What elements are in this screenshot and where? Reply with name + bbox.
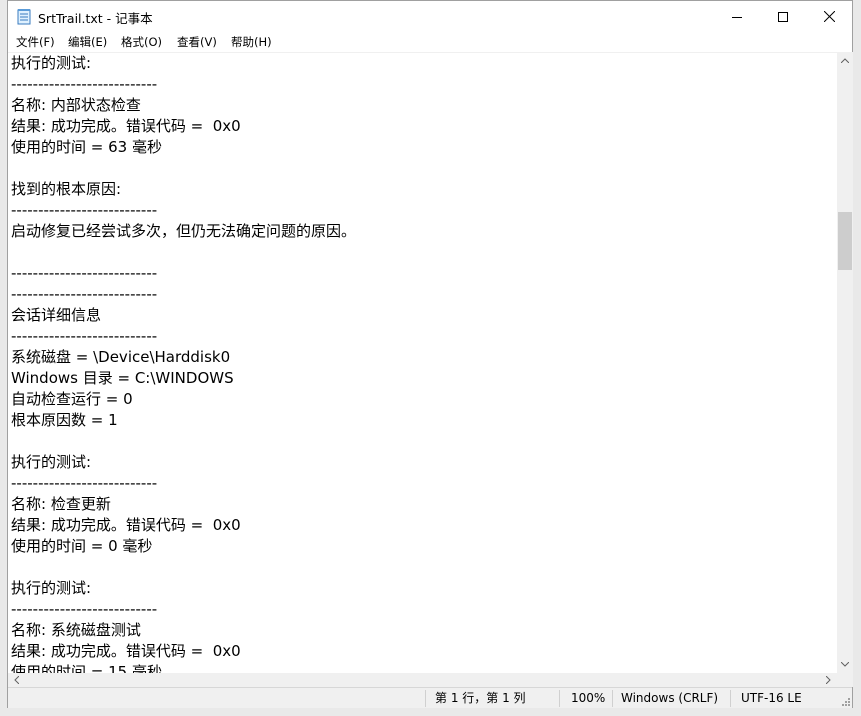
close-icon xyxy=(823,11,835,22)
vertical-scrollbar[interactable] xyxy=(837,52,853,673)
editor-line: 启动修复已经尝试多次，但仍无法确定问题的原因。 xyxy=(11,222,357,240)
editor-line: 结果: 成功完成。错误代码 = 0x0 xyxy=(11,642,241,660)
vertical-scroll-thumb[interactable] xyxy=(838,212,852,270)
resize-grip-icon[interactable] xyxy=(840,696,850,706)
horizontal-scrollbar[interactable] xyxy=(8,673,837,687)
editor-line: --------------------------- xyxy=(11,201,158,219)
editor-line: 执行的测试: xyxy=(11,54,92,72)
editor-line: 根本原因数 = 1 xyxy=(11,411,118,429)
status-bar: 第 1 行，第 1 列 100% Windows (CRLF) UTF-16 L… xyxy=(8,687,852,708)
editor-line: 系统磁盘 = \Device\Harddisk0 xyxy=(11,348,231,366)
editor-line: 自动检查运行 = 0 xyxy=(11,390,133,408)
notepad-app-icon xyxy=(17,9,31,25)
notepad-window: SrtTrail.txt - 记事本 文件(F) 编辑(E) 格式(O) 查看(… xyxy=(7,0,853,708)
editor-line: 结果: 成功完成。错误代码 = 0x0 xyxy=(11,117,241,135)
editor-line: Windows 目录 = C:\WINDOWS xyxy=(11,369,234,387)
editor-line: 找到的根本原因: xyxy=(11,180,122,198)
editor-line: 使用的时间 = 63 毫秒 xyxy=(11,138,162,156)
editor-line: --------------------------- xyxy=(11,327,158,345)
maximize-button[interactable] xyxy=(760,1,806,32)
status-divider xyxy=(425,690,426,707)
chevron-right-icon xyxy=(826,676,831,684)
status-divider xyxy=(612,690,613,707)
scroll-up-button[interactable] xyxy=(837,52,853,69)
editor-line: 执行的测试: xyxy=(11,579,92,597)
status-divider xyxy=(559,690,560,707)
chevron-left-icon xyxy=(14,676,19,684)
scroll-down-button[interactable] xyxy=(837,656,853,673)
menu-file[interactable]: 文件(F) xyxy=(14,34,57,50)
chevron-down-icon xyxy=(841,662,849,667)
chevron-up-icon xyxy=(841,58,849,63)
status-encoding: UTF-16 LE xyxy=(741,691,802,705)
editor-line: 结果: 成功完成。错误代码 = 0x0 xyxy=(11,516,241,534)
minimize-button[interactable] xyxy=(714,1,760,32)
close-button[interactable] xyxy=(806,1,852,32)
editor-line: --------------------------- xyxy=(11,264,158,282)
editor-line: 名称: 检查更新 xyxy=(11,495,111,513)
scroll-left-button[interactable] xyxy=(8,673,25,687)
editor-line: --------------------------- xyxy=(11,285,158,303)
editor-line: --------------------------- xyxy=(11,75,158,93)
scrollbar-corner xyxy=(837,673,853,687)
title-bar[interactable]: SrtTrail.txt - 记事本 xyxy=(8,1,852,32)
editor-line: 执行的测试: xyxy=(11,453,92,471)
status-line-ending: Windows (CRLF) xyxy=(621,691,719,705)
status-divider xyxy=(730,690,731,707)
editor-line: --------------------------- xyxy=(11,474,158,492)
window-title: SrtTrail.txt - 记事本 xyxy=(38,11,153,26)
editor-line: --------------------------- xyxy=(11,600,158,618)
minimize-icon xyxy=(732,16,742,18)
status-zoom: 100% xyxy=(571,691,606,705)
text-editor[interactable]: 执行的测试: --------------------------- 名称: 内… xyxy=(8,52,837,674)
editor-line: 会话详细信息 xyxy=(11,306,102,324)
status-cursor-position: 第 1 行，第 1 列 xyxy=(435,691,526,705)
editor-text-content[interactable]: 执行的测试: --------------------------- 名称: 内… xyxy=(11,53,356,674)
editor-line: 使用的时间 = 0 毫秒 xyxy=(11,537,153,555)
editor-line: 名称: 系统磁盘测试 xyxy=(11,621,141,639)
menu-view[interactable]: 查看(V) xyxy=(175,34,219,50)
menu-help[interactable]: 帮助(H) xyxy=(229,34,274,50)
maximize-icon xyxy=(778,11,788,22)
editor-line: 名称: 内部状态检查 xyxy=(11,96,141,114)
scroll-right-button[interactable] xyxy=(820,673,837,687)
menu-format[interactable]: 格式(O) xyxy=(119,34,164,50)
menu-edit[interactable]: 编辑(E) xyxy=(66,34,109,50)
menu-bar: 文件(F) 编辑(E) 格式(O) 查看(V) 帮助(H) xyxy=(8,32,852,52)
